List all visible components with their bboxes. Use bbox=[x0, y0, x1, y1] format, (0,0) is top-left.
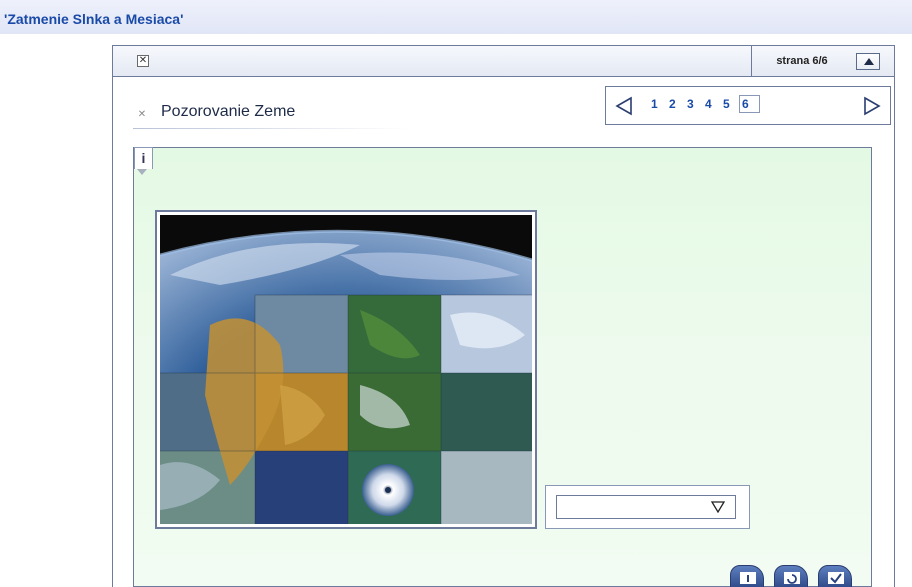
page-link-1[interactable]: 1 bbox=[651, 97, 658, 111]
page-link-4[interactable]: 4 bbox=[705, 97, 712, 111]
page-link-5[interactable]: 5 bbox=[723, 97, 730, 111]
page-link-3[interactable]: 3 bbox=[687, 97, 694, 111]
earth-image bbox=[160, 215, 532, 524]
page-link-2[interactable]: 2 bbox=[669, 97, 676, 111]
page-navigator: 1 2 3 4 5 6 bbox=[605, 86, 891, 125]
top-toolbar: ✕ strana 6/6 bbox=[112, 45, 895, 77]
action-buttons bbox=[730, 565, 870, 587]
app-title: 'Zatmenie Slnka a Mesiaca' bbox=[4, 11, 184, 27]
answer-box bbox=[545, 485, 750, 529]
collapse-button[interactable] bbox=[856, 53, 880, 70]
puzzle-frame bbox=[155, 210, 537, 529]
info-arrow-icon bbox=[137, 169, 147, 175]
next-page-icon[interactable] bbox=[862, 96, 882, 116]
collapse-up-icon bbox=[864, 58, 874, 65]
answer-dropdown[interactable] bbox=[556, 495, 736, 519]
page-indicator: strana 6/6 bbox=[776, 55, 828, 67]
previous-page-icon[interactable] bbox=[614, 96, 634, 116]
hint-icon bbox=[740, 572, 756, 584]
check-icon bbox=[828, 572, 844, 584]
chevron-down-icon bbox=[711, 501, 725, 513]
check-button[interactable] bbox=[818, 565, 852, 587]
info-button[interactable]: i bbox=[134, 147, 153, 169]
earth-puzzle-image bbox=[160, 215, 532, 524]
title-bar: 'Zatmenie Slnka a Mesiaca' bbox=[0, 0, 912, 34]
section-title: Pozorovanie Zeme bbox=[161, 103, 296, 120]
close-icon[interactable]: ✕ bbox=[137, 55, 149, 67]
page-link-6-current[interactable]: 6 bbox=[739, 95, 760, 113]
reset-button[interactable] bbox=[774, 565, 808, 587]
section-underline bbox=[133, 128, 410, 129]
section-close-icon[interactable]: ✕ bbox=[137, 110, 147, 120]
refresh-icon bbox=[784, 572, 800, 584]
hint-button[interactable] bbox=[730, 565, 764, 587]
